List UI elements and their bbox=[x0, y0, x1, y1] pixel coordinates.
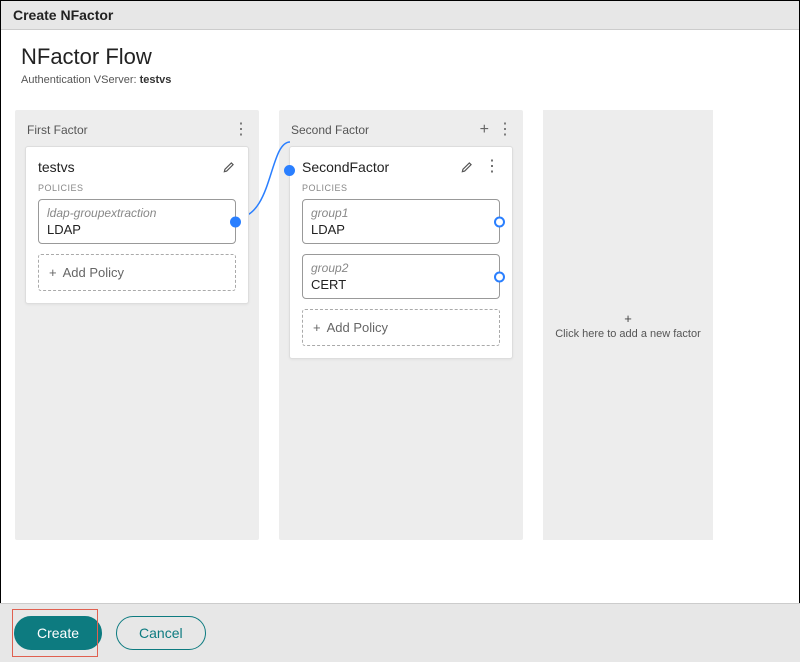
plus-icon: + bbox=[313, 320, 321, 335]
factor-card[interactable]: testvs POLICIES ldap-groupextraction LDA… bbox=[25, 146, 249, 304]
add-factor-label: Click here to add a new factor bbox=[555, 328, 701, 340]
column-title: Second Factor bbox=[291, 123, 369, 137]
more-icon[interactable]: ⋮ bbox=[484, 159, 500, 175]
edit-icon[interactable] bbox=[460, 159, 474, 175]
add-policy-label: Add Policy bbox=[327, 320, 388, 335]
page-title: NFactor Flow bbox=[21, 44, 779, 70]
policy-type: LDAP bbox=[311, 222, 491, 237]
page-header: NFactor Flow Authentication VServer: tes… bbox=[1, 30, 799, 92]
column-header: Second Factor + ⋮ bbox=[279, 110, 523, 146]
connector-out-icon[interactable] bbox=[230, 216, 241, 227]
factor-name: testvs bbox=[38, 159, 75, 175]
policy-type: LDAP bbox=[47, 222, 227, 237]
edit-icon[interactable] bbox=[222, 160, 236, 174]
policy-item[interactable]: group2 CERT bbox=[302, 254, 500, 299]
vserver-subtitle: Authentication VServer: testvs bbox=[21, 74, 779, 86]
window-title: Create NFactor bbox=[1, 1, 799, 30]
policy-type: CERT bbox=[311, 277, 491, 292]
column-header: First Factor ⋮ bbox=[15, 110, 259, 146]
policies-label: POLICIES bbox=[38, 183, 236, 193]
factor-column-first: First Factor ⋮ testvs POLICIES ldap-grou… bbox=[15, 110, 259, 540]
add-policy-button[interactable]: + Add Policy bbox=[302, 309, 500, 346]
add-policy-label: Add Policy bbox=[63, 265, 124, 280]
create-button[interactable]: Create bbox=[14, 616, 102, 650]
column-title: First Factor bbox=[27, 123, 88, 137]
flow-canvas: First Factor ⋮ testvs POLICIES ldap-grou… bbox=[1, 92, 799, 562]
factor-column-second: Second Factor + ⋮ SecondFactor ⋮ bbox=[279, 110, 523, 540]
plus-icon: + bbox=[624, 311, 632, 326]
policy-name: group2 bbox=[311, 261, 491, 275]
cancel-button[interactable]: Cancel bbox=[116, 616, 206, 650]
more-icon[interactable]: ⋮ bbox=[233, 122, 249, 138]
connector-out-icon[interactable] bbox=[494, 216, 505, 227]
policy-item[interactable]: group1 LDAP bbox=[302, 199, 500, 244]
add-policy-button[interactable]: + Add Policy bbox=[38, 254, 236, 291]
more-icon[interactable]: ⋮ bbox=[497, 122, 513, 138]
policy-name: group1 bbox=[311, 206, 491, 220]
add-icon[interactable]: + bbox=[480, 122, 489, 138]
footer-bar: Create Cancel bbox=[0, 603, 800, 662]
plus-icon: + bbox=[49, 265, 57, 280]
policy-name: ldap-groupextraction bbox=[47, 206, 227, 220]
add-factor-button[interactable]: + Click here to add a new factor bbox=[543, 110, 713, 540]
policies-label: POLICIES bbox=[302, 183, 500, 193]
vserver-label: Authentication VServer: bbox=[21, 74, 140, 86]
factor-name: SecondFactor bbox=[302, 159, 389, 175]
factor-card[interactable]: SecondFactor ⋮ POLICIES group1 LDAP grou bbox=[289, 146, 513, 359]
connector-out-icon[interactable] bbox=[494, 271, 505, 282]
policy-item[interactable]: ldap-groupextraction LDAP bbox=[38, 199, 236, 244]
vserver-name: testvs bbox=[140, 74, 172, 86]
connector-in-icon[interactable] bbox=[284, 165, 295, 176]
